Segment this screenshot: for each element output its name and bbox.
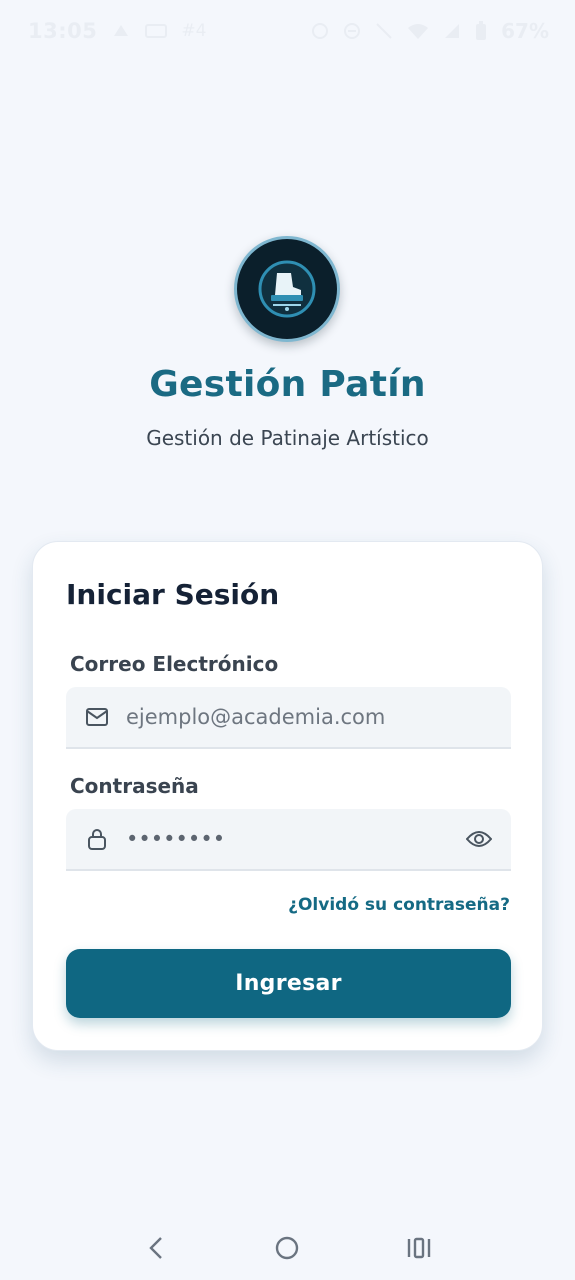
status-time: 13:05	[28, 19, 98, 43]
login-card: Iniciar Sesión Correo Electrónico Contra…	[32, 541, 543, 1051]
skate-logo-icon	[258, 260, 316, 318]
app-subtitle: Gestión de Patinaje Artístico	[146, 426, 429, 450]
password-input[interactable]	[126, 827, 465, 851]
status-left: 13:05 #4	[28, 19, 206, 43]
home-icon[interactable]	[267, 1228, 307, 1268]
recent-apps-icon[interactable]	[399, 1228, 439, 1268]
message-icon	[145, 23, 168, 39]
forgot-password-link[interactable]: ¿Olvidó su contraseña?	[288, 895, 510, 915]
login-title: Iniciar Sesión	[66, 578, 280, 611]
system-nav-bar	[0, 1216, 575, 1280]
password-field-container	[66, 809, 511, 871]
status-extra: #4	[181, 21, 207, 41]
lock-icon	[84, 826, 110, 852]
mail-icon	[84, 704, 110, 730]
show-password-icon[interactable]	[465, 825, 493, 853]
status-right: 67%	[311, 19, 549, 43]
app-title: Gestión Patín	[149, 364, 426, 405]
notification-icon	[111, 22, 131, 40]
login-screen: 13:05 #4 67% Gestión Patín Gestión de Pa…	[0, 0, 575, 1280]
back-icon[interactable]	[136, 1228, 176, 1268]
password-label: Contraseña	[70, 774, 199, 798]
alarm-icon	[311, 22, 329, 40]
email-input[interactable]	[126, 705, 493, 729]
email-field-container	[66, 687, 511, 749]
battery-icon	[475, 21, 487, 41]
email-label: Correo Electrónico	[70, 652, 279, 676]
battery-percent: 67%	[501, 19, 549, 43]
status-bar: 13:05 #4 67%	[0, 0, 575, 62]
signal-icon	[443, 22, 461, 40]
app-logo	[234, 236, 340, 342]
login-button[interactable]: Ingresar	[66, 949, 511, 1018]
wifi-icon	[407, 22, 429, 40]
dnd-icon	[343, 22, 361, 40]
mute-icon	[375, 22, 393, 40]
